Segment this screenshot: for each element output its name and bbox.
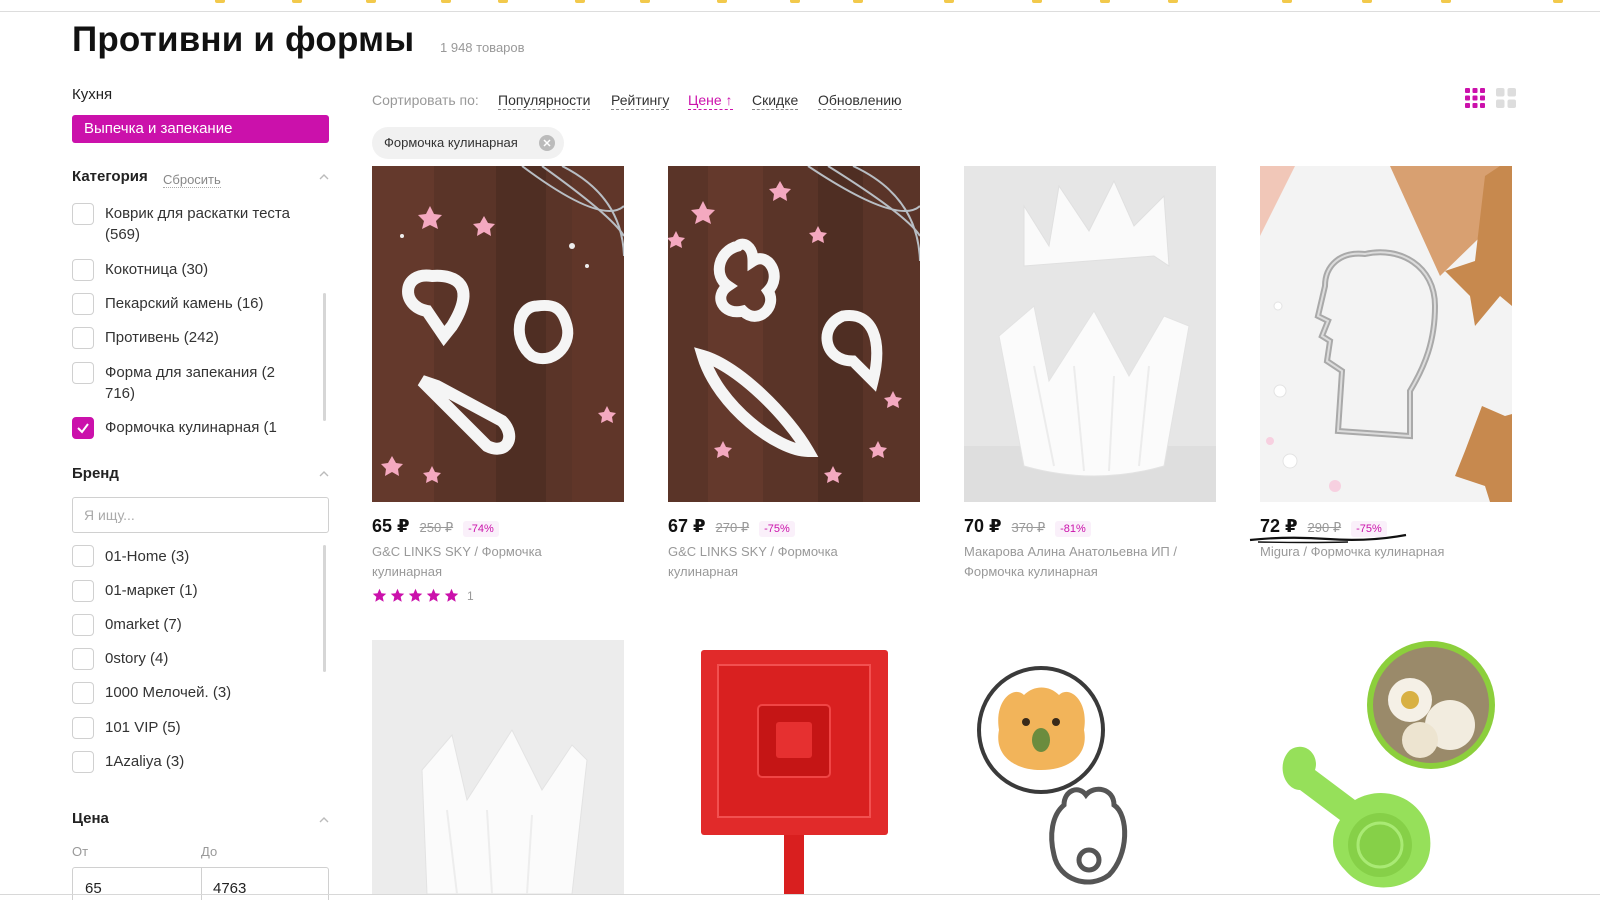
checkmark-icon	[77, 423, 89, 434]
category-heading: Категория	[72, 168, 148, 185]
category-option-4[interactable]: Противень (242)	[105, 327, 305, 348]
remove-filter-close-icon[interactable]	[539, 135, 555, 151]
price-to-label: До	[201, 844, 218, 859]
product-rating-1: 1	[372, 588, 474, 603]
page-title: Противни и формы	[72, 20, 415, 59]
brand-option-7[interactable]: 1Azaliya (3)	[105, 751, 305, 772]
product-old-price: 270 ₽	[715, 520, 750, 535]
product-brand-line1: G&C LINKS SKY / Формочка	[668, 544, 838, 559]
sort-discount[interactable]: Скидке	[752, 92, 799, 110]
product-price-row-3: 70 ₽ 370 ₽ -81%	[964, 516, 1091, 537]
product-brand-line1: G&C LINKS SKY / Формочка	[372, 544, 542, 559]
top-header-strip	[0, 0, 1600, 12]
brand-checkbox-5[interactable]	[72, 682, 94, 704]
product-price-row-2: 67 ₽ 270 ₽ -75%	[668, 516, 795, 537]
star-icon	[408, 588, 423, 602]
price-range-divider	[201, 868, 202, 900]
rating-count: 1	[467, 588, 474, 603]
brand-scrollbar[interactable]	[323, 545, 326, 672]
bottom-divider	[0, 894, 1600, 895]
brand-checkbox-4[interactable]	[72, 648, 94, 670]
price-collapse-chevron-icon[interactable]	[319, 817, 329, 827]
discount-badge: -74%	[463, 521, 499, 537]
category-option-3[interactable]: Пекарский камень (16)	[105, 293, 305, 314]
sort-popularity[interactable]: Популярности	[498, 92, 591, 110]
product-image-4[interactable]	[1260, 166, 1512, 502]
sort-label: Сортировать по:	[372, 92, 479, 108]
brand-option-1[interactable]: 01-Home (3)	[105, 546, 305, 567]
goods-count: 1 948 товаров	[440, 40, 525, 55]
category-option-6[interactable]: Формочка кулинарная (1	[105, 417, 305, 438]
product-brand-3[interactable]: Макарова Алина Анатольевна ИП / Формочка…	[964, 542, 1216, 582]
price-heading: Цена	[72, 810, 109, 827]
brand-option-4[interactable]: 0story (4)	[105, 648, 305, 669]
product-old-price: 370 ₽	[1011, 520, 1046, 535]
category-scrollbar[interactable]	[323, 293, 326, 421]
brand-collapse-chevron-icon[interactable]	[319, 471, 329, 481]
product-brand-line2: Формочка кулинарная	[964, 564, 1098, 579]
product-image-5[interactable]	[372, 640, 624, 894]
brand-option-2[interactable]: 01-маркет (1)	[105, 580, 305, 601]
discount-badge: -75%	[759, 521, 795, 537]
brand-option-6[interactable]: 101 VIP (5)	[105, 717, 305, 738]
star-icon	[372, 588, 387, 602]
brand-checkbox-7[interactable]	[72, 751, 94, 773]
brand-checkbox-2[interactable]	[72, 580, 94, 602]
kitchen-selected-chip[interactable]: Выпечка и запекание	[72, 115, 329, 143]
product-brand-2[interactable]: G&C LINKS SKY / Формочка кулинарная	[668, 542, 920, 582]
product-image-8[interactable]	[1260, 640, 1512, 894]
category-checkbox-3[interactable]	[72, 293, 94, 315]
product-brand-line2: кулинарная	[372, 564, 442, 579]
handdrawn-underline	[1249, 533, 1407, 544]
sort-updated[interactable]: Обновлению	[818, 92, 902, 110]
price-from-label: От	[72, 844, 89, 859]
product-image-2[interactable]	[668, 166, 920, 502]
category-option-2[interactable]: Кокотница (30)	[105, 259, 305, 280]
product-image-1[interactable]	[372, 166, 624, 502]
product-price: 70 ₽	[964, 516, 1002, 536]
category-checkbox-5[interactable]	[72, 362, 94, 384]
product-brand-line2: кулинарная	[668, 564, 738, 579]
brand-checkbox-6[interactable]	[72, 717, 94, 739]
category-option-1[interactable]: Коврик для раскатки теста (569)	[105, 203, 305, 245]
brand-heading: Бренд	[72, 465, 119, 482]
category-option-5[interactable]: Форма для запекания (2 716)	[105, 362, 305, 404]
brand-option-5[interactable]: 1000 Мелочей. (3)	[105, 682, 305, 703]
product-brand-line1: Макарова Алина Анатольевна ИП /	[964, 544, 1177, 559]
category-checkbox-6[interactable]	[72, 417, 94, 439]
category-checkbox-1[interactable]	[72, 203, 94, 225]
grid-large-view-icon[interactable]	[1496, 88, 1518, 110]
category-checkbox-2[interactable]	[72, 259, 94, 281]
sort-rating[interactable]: Рейтингу	[611, 92, 670, 110]
brand-option-3[interactable]: 0market (7)	[105, 614, 305, 635]
product-price: 65 ₽	[372, 516, 410, 536]
product-image-7[interactable]	[964, 640, 1216, 894]
sort-price[interactable]: Цене ↑	[688, 92, 733, 110]
kitchen-label: Кухня	[72, 86, 113, 103]
active-filter-label: Формочка кулинарная	[384, 135, 518, 150]
product-brand-1[interactable]: G&C LINKS SKY / Формочка кулинарная	[372, 542, 624, 582]
star-icon	[390, 588, 405, 602]
product-image-6[interactable]	[668, 640, 920, 894]
category-reset-link[interactable]: Сбросить	[163, 172, 221, 188]
product-price: 67 ₽	[668, 516, 706, 536]
product-image-3[interactable]	[964, 166, 1216, 502]
price-range-box: 65 4763	[72, 867, 329, 900]
product-price-row-1: 65 ₽ 250 ₽ -74%	[372, 516, 499, 537]
category-checkbox-4[interactable]	[72, 327, 94, 349]
star-icon	[444, 588, 459, 602]
star-icon	[426, 588, 441, 602]
product-old-price: 250 ₽	[419, 520, 454, 535]
brand-checkbox-3[interactable]	[72, 614, 94, 636]
brand-checkbox-1[interactable]	[72, 545, 94, 567]
active-filter-chip: Формочка кулинарная	[372, 127, 564, 159]
discount-badge: -81%	[1055, 521, 1091, 537]
brand-search-input[interactable]	[72, 497, 329, 533]
category-collapse-chevron-icon[interactable]	[319, 174, 329, 184]
grid-small-view-icon[interactable]	[1465, 88, 1487, 110]
